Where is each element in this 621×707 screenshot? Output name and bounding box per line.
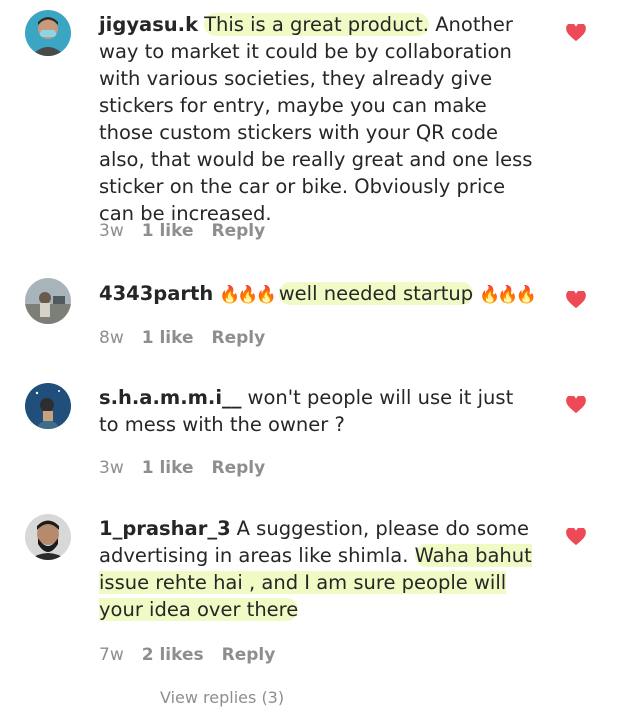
- comment-timestamp: 7w: [99, 645, 124, 665]
- comment-meta: 3w 1 like Reply: [99, 221, 265, 241]
- user-avatar[interactable]: [25, 278, 71, 324]
- comment-body: Another way to market it could be by col…: [99, 13, 533, 225]
- reply-button[interactable]: Reply: [212, 458, 266, 478]
- heart-icon[interactable]: [566, 291, 586, 309]
- comment-timestamp: 8w: [99, 328, 124, 348]
- comment-text: 1_prashar_3 A suggestion, please do some …: [99, 515, 539, 623]
- reply-button[interactable]: Reply: [212, 221, 266, 241]
- heart-icon[interactable]: [566, 24, 586, 42]
- comment-meta: 8w 1 like Reply: [99, 328, 265, 348]
- heart-icon[interactable]: [566, 396, 586, 414]
- comment-timestamp: 3w: [99, 458, 124, 478]
- comment-meta: 7w 2 likes Reply: [99, 645, 275, 665]
- user-avatar[interactable]: [25, 383, 71, 429]
- comment-username[interactable]: s.h.a.m.m.i__: [99, 386, 242, 409]
- user-avatar[interactable]: [25, 10, 71, 56]
- comment-username[interactable]: 4343parth: [99, 282, 213, 305]
- user-avatar[interactable]: [25, 514, 71, 560]
- likes-count-link[interactable]: 1 like: [142, 458, 194, 478]
- likes-count-link[interactable]: 2 likes: [142, 645, 204, 665]
- view-replies-link[interactable]: View replies (3): [160, 688, 284, 707]
- reply-button[interactable]: Reply: [212, 328, 266, 348]
- heart-icon[interactable]: [566, 528, 586, 546]
- reply-button[interactable]: Reply: [222, 645, 276, 665]
- likes-count-link[interactable]: 1 like: [142, 221, 194, 241]
- comment-text: s.h.a.m.m.i__ won't people will use it ju…: [99, 384, 519, 438]
- fire-emoji: 🔥🔥🔥: [479, 285, 536, 305]
- comment-text: jigyasu.k This is a great product. Anothe…: [99, 11, 539, 227]
- comment-text: 4343parth 🔥🔥🔥 well needed startup 🔥🔥🔥: [99, 280, 559, 309]
- fire-emoji: 🔥🔥🔥: [219, 285, 276, 305]
- highlighted-text: well needed startup: [278, 282, 474, 305]
- comment-username[interactable]: 1_prashar_3: [99, 517, 231, 540]
- comment-username[interactable]: jigyasu.k: [99, 13, 198, 36]
- comment-timestamp: 3w: [99, 221, 124, 241]
- highlighted-text: This is a great product.: [204, 13, 429, 36]
- likes-count-link[interactable]: 1 like: [142, 328, 194, 348]
- comment-meta: 3w 1 like Reply: [99, 458, 265, 478]
